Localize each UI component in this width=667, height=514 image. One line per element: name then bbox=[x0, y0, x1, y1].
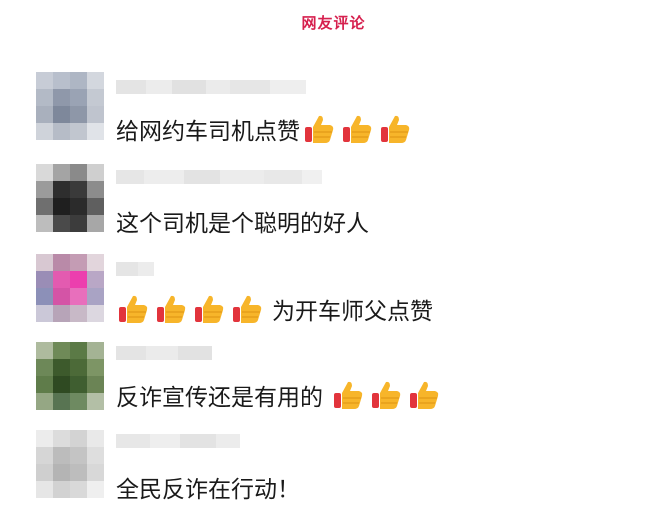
page-title: 网友评论 bbox=[301, 14, 366, 32]
thumbs-up-icon bbox=[410, 381, 439, 409]
thumbs-up-icon bbox=[334, 381, 363, 409]
avatar[interactable] bbox=[36, 72, 104, 140]
thumbs-up-icon bbox=[343, 115, 372, 143]
thumbs-up-icon bbox=[372, 381, 401, 409]
comment-text-row: 为开车师父点赞 bbox=[116, 292, 433, 326]
comment-text-row: 这个司机是个聪明的好人 bbox=[116, 204, 369, 238]
comment-text: 全民反诈在行动！ bbox=[116, 477, 300, 503]
thumbs-up-icon bbox=[381, 115, 410, 143]
comment-text: 给网约车司机点赞 bbox=[116, 119, 300, 145]
avatar[interactable] bbox=[36, 430, 104, 498]
comment-item: 全民反诈在行动！ bbox=[0, 428, 667, 514]
blurred-username[interactable] bbox=[116, 170, 322, 184]
thumbs-group bbox=[116, 292, 268, 326]
comment-item: 给网约车司机点赞 bbox=[0, 68, 667, 154]
comment-text: 为开车师父点赞 bbox=[272, 299, 433, 325]
avatar[interactable] bbox=[36, 342, 104, 410]
comment-text: 反诈宣传还是有用的 bbox=[116, 385, 323, 411]
thumbs-group bbox=[302, 112, 416, 146]
blurred-username[interactable] bbox=[116, 262, 154, 276]
comment-text-row: 给网约车司机点赞 bbox=[116, 112, 416, 146]
comment-item: 反诈宣传还是有用的 bbox=[0, 340, 667, 426]
blurred-username[interactable] bbox=[116, 346, 212, 360]
thumbs-group bbox=[331, 378, 445, 412]
thumbs-up-icon bbox=[233, 295, 262, 323]
avatar[interactable] bbox=[36, 254, 104, 322]
thumbs-up-icon bbox=[119, 295, 148, 323]
blurred-username[interactable] bbox=[116, 434, 240, 448]
comment-text-row: 全民反诈在行动！ bbox=[116, 470, 300, 504]
avatar[interactable] bbox=[36, 164, 104, 232]
thumbs-up-icon bbox=[305, 115, 334, 143]
comment-item: 为开车师父点赞 bbox=[0, 252, 667, 338]
blurred-username[interactable] bbox=[116, 80, 306, 94]
comment-text-row: 反诈宣传还是有用的 bbox=[116, 378, 445, 412]
thumbs-up-icon bbox=[195, 295, 224, 323]
comment-item: 这个司机是个聪明的好人 bbox=[0, 160, 667, 246]
comment-text: 这个司机是个聪明的好人 bbox=[116, 211, 369, 237]
thumbs-up-icon bbox=[157, 295, 186, 323]
comments-page: 网友评论 给网约车司机点赞 这个司机是个聪明的好人 为开车师父点赞 反诈宣传还是… bbox=[0, 0, 667, 514]
